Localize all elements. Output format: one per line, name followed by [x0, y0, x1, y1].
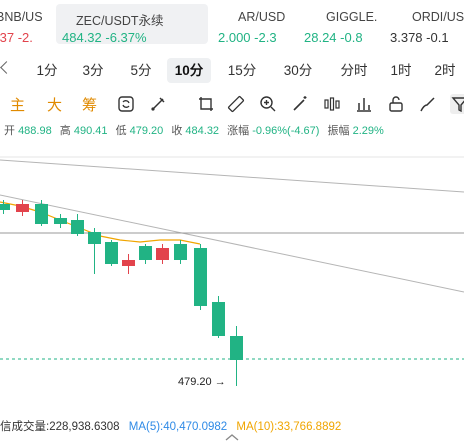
- filter-icon[interactable]: [450, 94, 464, 114]
- candle-body: [71, 220, 84, 234]
- chevron-down-icon[interactable]: [0, 61, 13, 74]
- high-label: 高: [59, 125, 71, 137]
- candle-body: [174, 244, 187, 260]
- interval-2h[interactable]: 2时: [430, 58, 460, 83]
- volume-ma5: MA(5):40,470.0982: [128, 421, 228, 433]
- ticker-bnb[interactable]: BNB/US .37 -2.: [0, 4, 56, 45]
- volume-label: 信成交量:228,938.6308: [0, 421, 120, 433]
- change-label: 涨幅: [227, 125, 250, 137]
- trend-line-upper: [0, 159, 464, 193]
- ticker-name: ORDI/US: [412, 10, 464, 24]
- close-value: 484.32: [185, 125, 220, 137]
- ticker-name: AR/USD: [238, 10, 286, 24]
- ticker-ordi[interactable]: ORDI/US 3.378 -0.1: [388, 4, 464, 44]
- ticker-price: 3.378 -0.1: [390, 30, 449, 44]
- interval-10m[interactable]: 10分: [167, 58, 211, 83]
- lock-icon[interactable]: [386, 94, 406, 114]
- open-label: 开: [4, 125, 15, 137]
- bar-chart-icon[interactable]: [354, 94, 374, 114]
- ticker-name: BNB/US: [0, 10, 43, 24]
- candle-body: [139, 246, 152, 260]
- zoom-in-icon[interactable]: [258, 94, 278, 114]
- interval-5m[interactable]: 5分: [124, 58, 158, 83]
- interval-3m[interactable]: 3分: [76, 58, 110, 83]
- interval-timeline[interactable]: 分时: [334, 58, 374, 83]
- candle-body: [194, 248, 207, 306]
- pen-icon[interactable]: [148, 94, 168, 114]
- ohlc-readout: 开 488.98 高 490.41 低 479.20 收 484.32 涨幅 -…: [4, 122, 389, 138]
- low-price-marker: 479.20 →: [178, 376, 226, 388]
- ticker-price: .37 -2.: [0, 30, 33, 45]
- volume-readout: 信成交量:228,938.6308 MA(5):40,470.0982 MA(1…: [0, 418, 341, 434]
- candle-body: [54, 218, 67, 224]
- ticker-name: GIGGLE.: [326, 10, 378, 24]
- candlestick-chart[interactable]: [0, 140, 464, 415]
- main-indicator-button[interactable]: 主: [10, 94, 25, 115]
- paintbrush-icon[interactable]: [418, 94, 438, 114]
- candle-body: [122, 260, 135, 266]
- chip-distribution-button[interactable]: 筹: [82, 94, 97, 115]
- interval-1h[interactable]: 1时: [386, 58, 416, 83]
- amplitude-value: 2.29%: [352, 125, 384, 137]
- volume-ma10: MA(10):33,766.8892: [236, 421, 342, 433]
- ticker-giggle[interactable]: GIGGLE. 28.24 -0.8: [300, 4, 386, 45]
- candles-group: [0, 200, 243, 386]
- close-label: 收: [171, 125, 183, 137]
- trend-line-lower: [0, 194, 464, 293]
- candle-body: [212, 302, 225, 336]
- candle-body: [0, 204, 10, 210]
- interval-bar: 1分 3分 5分 10分 15分 30分 分时 1时 2时: [0, 56, 464, 86]
- chart-canvas: [0, 156, 464, 386]
- open-value: 488.98: [18, 125, 52, 137]
- candle-body: [88, 232, 101, 244]
- ruler-icon[interactable]: [226, 94, 246, 114]
- low-label: 低: [115, 125, 127, 137]
- low-value: 479.20: [129, 125, 164, 137]
- candle-body: [156, 248, 169, 260]
- change-value: -0.96%(-4.67): [252, 125, 320, 137]
- high-value: 490.41: [73, 125, 108, 137]
- refresh-icon[interactable]: [116, 94, 136, 114]
- interval-1m[interactable]: 1分: [30, 58, 64, 83]
- candle-body: [35, 204, 48, 224]
- amplitude-label: 振幅: [327, 125, 350, 137]
- ticker-price: 484.32 -6.37%: [62, 30, 147, 45]
- chevron-up-icon[interactable]: [225, 434, 239, 441]
- large-order-button[interactable]: 大: [47, 94, 62, 115]
- candle-body: [16, 204, 29, 212]
- ticker-name: ZEC/USDT永续: [76, 14, 164, 28]
- magic-wand-icon[interactable]: [290, 94, 310, 114]
- ticker-strip: BNB/US .37 -2. ZEC/USDT永续 484.32 -6.37% …: [0, 0, 464, 48]
- crop-icon[interactable]: [196, 94, 216, 114]
- candle-body: [230, 336, 243, 360]
- chart-toolbar: 主 大 筹: [0, 90, 464, 118]
- ticker-price: 2.000 -2.3: [218, 30, 277, 45]
- candle-body: [105, 242, 118, 264]
- ticker-ar[interactable]: AR/USD 2.000 -2.3: [214, 4, 300, 45]
- interval-30m[interactable]: 30分: [278, 58, 318, 83]
- interval-15m[interactable]: 15分: [222, 58, 262, 83]
- ticker-price: 28.24 -0.8: [304, 30, 363, 45]
- candle-bars-icon[interactable]: [322, 94, 342, 114]
- ticker-zec-active[interactable]: ZEC/USDT永续 484.32 -6.37%: [56, 4, 208, 45]
